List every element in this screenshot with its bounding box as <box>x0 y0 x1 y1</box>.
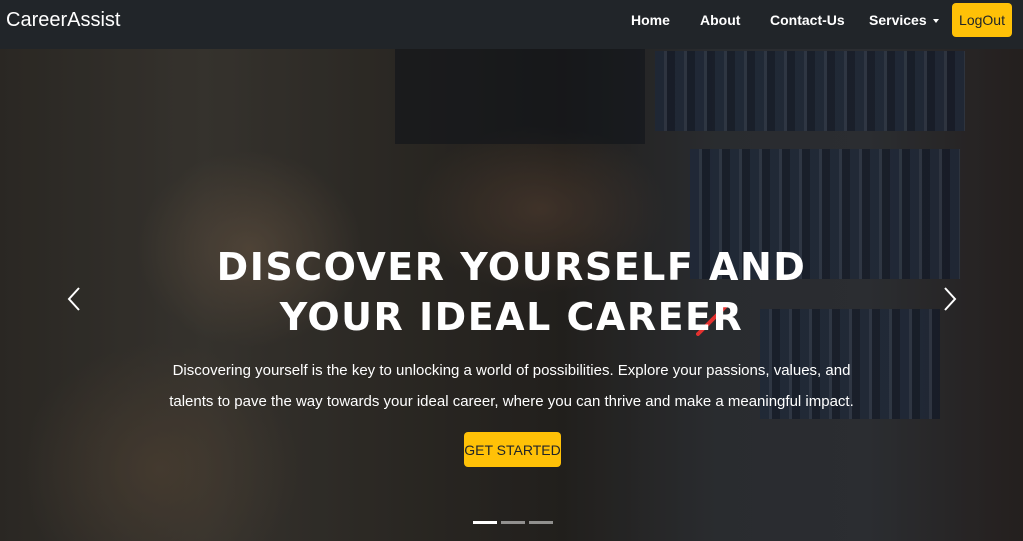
carousel-indicators <box>473 521 553 524</box>
logout-button[interactable]: LogOut <box>952 3 1012 37</box>
nav-link-about[interactable]: About <box>700 12 740 28</box>
hero-title: DISCOVER YOURSELF AND YOUR IDEAL CAREER <box>216 245 807 339</box>
navbar: CareerAssist Home About Contact-Us Servi… <box>0 0 1023 49</box>
nav-link-contact[interactable]: Contact-Us <box>770 12 845 28</box>
carousel-indicator-3[interactable] <box>529 521 553 524</box>
caret-down-icon <box>932 19 939 23</box>
nav-links: Home About Contact-Us Services <box>0 0 1023 49</box>
carousel-indicator-1[interactable] <box>473 521 497 524</box>
nav-link-services-label: Services <box>869 12 927 28</box>
carousel-indicator-2[interactable] <box>501 521 525 524</box>
nav-link-services[interactable]: Services <box>869 12 939 28</box>
hero-description: Discovering yourself is the key to unloc… <box>169 362 854 410</box>
carousel-caption: DISCOVER YOURSELF AND YOUR IDEAL CAREER … <box>0 49 1023 541</box>
get-started-button[interactable]: GET STARTED <box>464 432 561 467</box>
nav-link-home[interactable]: Home <box>631 12 670 28</box>
hero-carousel: DISCOVER YOURSELF AND YOUR IDEAL CAREER … <box>0 49 1023 541</box>
